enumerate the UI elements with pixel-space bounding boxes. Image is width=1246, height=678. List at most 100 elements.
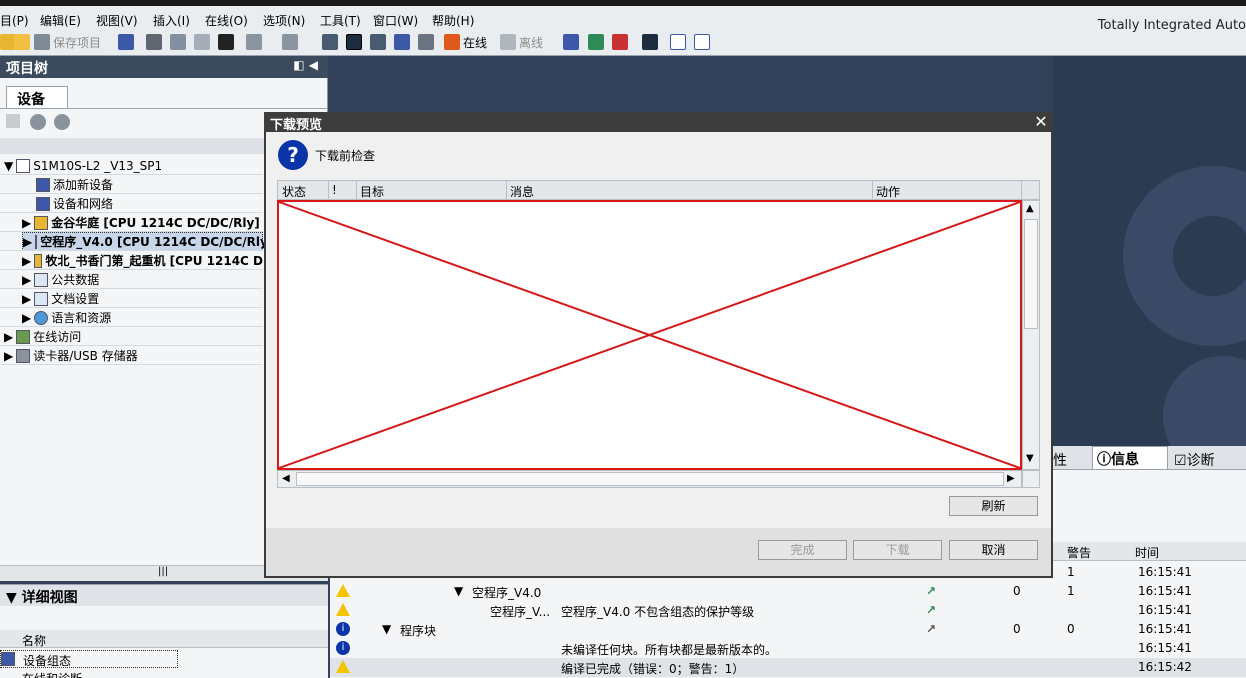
tree-item-languages[interactable]: ▶ 语言和资源	[22, 308, 111, 327]
detail-row-online-diag[interactable]: 在线和诊断	[0, 670, 178, 678]
stop-cpu-button[interactable]	[612, 33, 628, 51]
detail-row-label: 设备组态	[23, 654, 72, 668]
horizontal-scrollbar[interactable]: ◀ ▶	[277, 470, 1022, 488]
save-project-button[interactable]: 保存项目	[34, 33, 101, 51]
tab-diagnostics[interactable]: ☑诊断	[1170, 448, 1246, 470]
open-project-button[interactable]	[14, 33, 30, 51]
tree-item-devices-networks[interactable]: 设备和网络	[36, 194, 113, 213]
tree-item-plc-empty-selected[interactable]: ▶ 空程序_V4.0 [CPU 1214C DC/DC/Rly]	[22, 232, 273, 251]
print-icon	[118, 34, 134, 50]
detail-view-header[interactable]: ▼ 详细视图	[0, 584, 328, 606]
scroll-thumb[interactable]	[1024, 219, 1038, 329]
menu-insert[interactable]: 插入(I)	[153, 12, 190, 29]
scroll-thumb[interactable]	[296, 472, 1004, 486]
expand-icon[interactable]: ▶	[22, 273, 31, 287]
scroll-right-icon[interactable]: ▶	[1007, 473, 1015, 484]
column-alert[interactable]: !	[332, 183, 337, 197]
menu-online[interactable]: 在线(O)	[205, 12, 248, 29]
tree-item-doc-settings[interactable]: ▶ 文档设置	[22, 289, 99, 308]
cross-reference-button[interactable]	[642, 33, 658, 51]
go-online-button[interactable]: 在线	[444, 33, 487, 51]
column-action[interactable]: 动作	[876, 183, 900, 200]
back-icon[interactable]	[30, 114, 46, 130]
start-cpu-button[interactable]	[588, 33, 604, 51]
simulation-button[interactable]	[394, 33, 410, 51]
redo-button[interactable]	[282, 33, 298, 51]
collapse-icon[interactable]: ▼	[382, 622, 391, 636]
forward-icon[interactable]	[54, 114, 70, 130]
cancel-button[interactable]: 取消	[949, 540, 1038, 560]
menu-help[interactable]: 帮助(H)	[432, 12, 474, 29]
copy-button[interactable]	[170, 33, 186, 51]
download-to-device-button[interactable]	[346, 33, 362, 51]
expand-icon[interactable]: ▶	[22, 216, 31, 230]
goto-arrow-icon[interactable]: ↗	[926, 603, 936, 617]
info-row[interactable]: i ▼ 程序块 ↗ 0 0 16:15:41	[330, 620, 1246, 639]
tree-item-label: 公共数据	[51, 273, 100, 287]
expand-icon[interactable]: ▶	[22, 292, 31, 306]
download-button[interactable]: 下载	[853, 540, 942, 560]
expand-icon[interactable]: ▶	[23, 235, 32, 249]
print-button[interactable]	[118, 33, 134, 51]
vertical-scrollbar[interactable]: ▲ ▼	[1022, 200, 1040, 470]
upload-from-device-button[interactable]	[370, 33, 386, 51]
scroll-up-icon[interactable]: ▲	[1026, 203, 1034, 214]
refresh-button[interactable]: 刷新	[949, 496, 1038, 516]
paste-button[interactable]	[194, 33, 210, 51]
menu-tools[interactable]: 工具(T)	[320, 12, 361, 29]
tree-item-common-data[interactable]: ▶ 公共数据	[22, 270, 99, 289]
expand-icon[interactable]: ▶	[4, 330, 13, 344]
cut-button[interactable]	[146, 33, 162, 51]
go-offline-button[interactable]: 离线	[500, 33, 543, 51]
tree-item-plc-jingu[interactable]: ▶ 金谷华庭 [CPU 1214C DC/DC/Rly]	[22, 213, 260, 232]
tree-item-add-device[interactable]: 添加新设备	[36, 175, 113, 194]
column-message[interactable]: 消息	[510, 183, 534, 200]
collapse-panel-icon[interactable]: ◧ ◀	[293, 58, 318, 72]
menu-project[interactable]: 目(P)	[0, 12, 29, 29]
column-status[interactable]: 状态	[282, 183, 306, 200]
collapse-icon[interactable]: ▼	[454, 584, 463, 598]
info-row[interactable]: i 未编译任何块。所有块都是最新版本的。 16:15:41	[330, 639, 1246, 658]
tab-properties[interactable]: 性	[1053, 448, 1089, 470]
expand-icon[interactable]: ▶	[22, 254, 31, 268]
finish-button[interactable]: 完成	[758, 540, 847, 560]
save-label: 保存项目	[53, 35, 102, 50]
column-target[interactable]: 目标	[360, 183, 384, 200]
tab-info-label: 信息	[1111, 452, 1139, 468]
expand-icon[interactable]: ▶	[22, 311, 31, 325]
tree-item-online-access[interactable]: ▶ 在线访问	[4, 327, 81, 346]
tab-info[interactable]: ⓘ信息	[1092, 446, 1168, 470]
new-tree-item-icon[interactable]	[6, 114, 20, 128]
expand-icon[interactable]: ▶	[4, 349, 13, 363]
scroll-down-icon[interactable]: ▼	[1026, 453, 1034, 464]
undo-button[interactable]	[246, 33, 262, 51]
split-horizontal-button[interactable]	[670, 33, 686, 51]
collapse-icon[interactable]: ▼	[6, 590, 22, 606]
cut-icon	[146, 34, 162, 50]
tree-item-project[interactable]: ▼ S1M10S-L2 _V13_SP1	[4, 156, 162, 175]
info-column-header: 警告 时间	[1053, 542, 1246, 561]
tree-item-plc-crane[interactable]: ▶ 牧北_书香门第_起重机 [CPU 1214C D	[22, 251, 263, 270]
tab-devices[interactable]: 设备	[6, 86, 68, 108]
close-icon[interactable]: ✕	[1031, 113, 1051, 131]
menu-window[interactable]: 窗口(W)	[373, 12, 418, 29]
info-row[interactable]: ▼ 空程序_V4.0 ↗ 0 1 16:15:41	[330, 582, 1246, 601]
delete-button[interactable]	[218, 33, 234, 51]
accessible-devices-button[interactable]	[563, 33, 579, 51]
start-simulation-button[interactable]	[418, 33, 434, 51]
goto-arrow-icon[interactable]: ↗	[926, 622, 936, 636]
goto-arrow-icon[interactable]: ↗	[926, 584, 936, 598]
menu-options[interactable]: 选项(N)	[263, 12, 305, 29]
detail-row-device-config[interactable]: 设备组态	[0, 650, 178, 668]
scroll-left-icon[interactable]: ◀	[282, 473, 290, 484]
tree-item-card-reader[interactable]: ▶ 读卡器/USB 存储器	[4, 346, 138, 365]
delete-icon	[218, 34, 234, 50]
plc-icon	[34, 215, 49, 230]
menu-edit[interactable]: 编辑(E)	[40, 12, 81, 29]
compile-button[interactable]	[322, 33, 338, 51]
info-row-selected[interactable]: 编译已完成（错误：0；警告：1） 16:15:42	[330, 658, 1246, 677]
split-vertical-button[interactable]	[694, 33, 710, 51]
menu-view[interactable]: 视图(V)	[96, 12, 138, 29]
info-row[interactable]: 空程序_V... 空程序_V4.0 不包含组态的保护等级 ↗ 16:15:41	[330, 601, 1246, 620]
expand-icon[interactable]: ▼	[4, 159, 13, 173]
